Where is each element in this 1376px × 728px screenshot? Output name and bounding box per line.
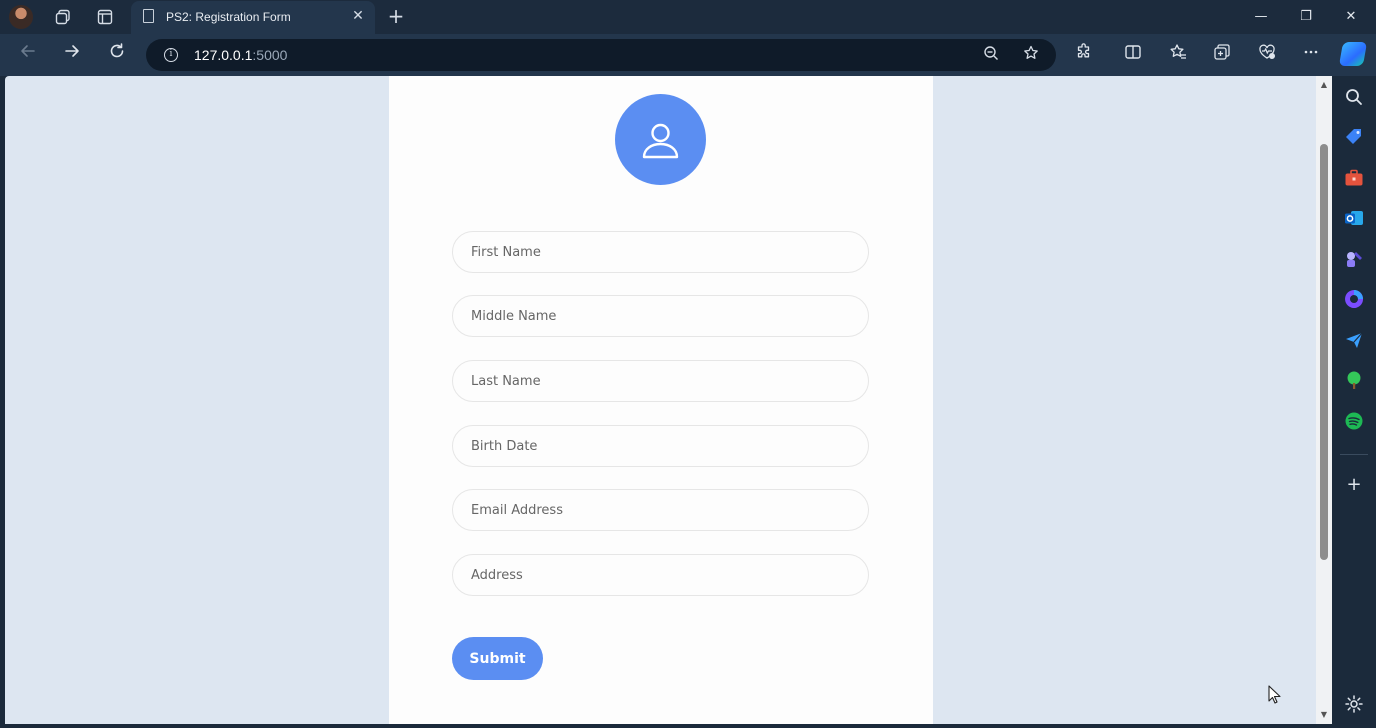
scroll-thumb[interactable] (1320, 144, 1328, 560)
puzzle-icon[interactable] (1072, 43, 1096, 67)
registration-form-card: Submit (389, 76, 933, 724)
gear-icon[interactable] (1343, 694, 1365, 716)
send-icon[interactable] (1343, 329, 1365, 351)
scroll-down-arrow-icon[interactable]: ▼ (1319, 710, 1329, 720)
games-icon[interactable] (1343, 248, 1365, 270)
refresh-icon[interactable] (103, 41, 131, 69)
back-arrow-icon[interactable] (14, 41, 42, 69)
address-input[interactable] (452, 554, 869, 596)
minimize-button[interactable]: — (1241, 4, 1281, 30)
shopping-tag-icon[interactable] (1343, 126, 1365, 148)
tree-icon[interactable] (1343, 369, 1365, 391)
zoom-out-icon[interactable] (981, 45, 1001, 65)
first-name-input[interactable] (452, 231, 869, 273)
star-icon[interactable] (1021, 45, 1041, 65)
vertical-scrollbar[interactable]: ▲ ▼ (1316, 76, 1332, 724)
profile-avatar[interactable] (9, 5, 33, 29)
microsoft-365-icon[interactable] (1343, 288, 1365, 310)
edge-sidebar: + (1332, 76, 1376, 728)
new-tab-button[interactable]: + (384, 4, 408, 28)
title-bar: PS2: Registration Form ✕ + — ❐ ✕ (0, 0, 1376, 34)
restore-button[interactable]: ❐ (1286, 4, 1326, 30)
split-screen-icon[interactable] (1121, 43, 1145, 67)
tools-briefcase-icon[interactable] (1343, 167, 1365, 189)
birth-date-input[interactable] (452, 425, 869, 467)
url-text[interactable]: 127.0.0.1:5000 (194, 47, 287, 63)
submit-button[interactable]: Submit (452, 637, 543, 680)
add-sidebar-app-button[interactable]: + (1343, 474, 1365, 496)
heart-pulse-icon[interactable] (1255, 43, 1279, 67)
close-icon[interactable]: ✕ (349, 7, 367, 25)
favorites-icon[interactable] (1166, 43, 1190, 67)
page-icon (143, 9, 154, 23)
url-host: 127.0.0.1 (194, 47, 253, 63)
plus-icon: + (387, 4, 405, 28)
copilot-icon[interactable] (1338, 42, 1368, 66)
browser-toolbar: i 127.0.0.1:5000 (0, 34, 1376, 76)
more-icon[interactable] (1299, 43, 1323, 67)
avatar (615, 94, 706, 185)
spotify-icon[interactable] (1343, 410, 1365, 432)
sidebar-divider (1340, 454, 1368, 455)
collections-icon[interactable] (1210, 43, 1234, 67)
tab-actions-icon[interactable] (92, 5, 118, 29)
scroll-up-arrow-icon[interactable]: ▲ (1319, 80, 1329, 90)
last-name-input[interactable] (452, 360, 869, 402)
close-window-button[interactable]: ✕ (1331, 4, 1371, 30)
info-icon[interactable]: i (164, 48, 178, 62)
user-icon (642, 123, 679, 159)
page-viewport: Submit (5, 76, 1316, 724)
middle-name-input[interactable] (452, 295, 869, 337)
url-port: :5000 (252, 47, 288, 63)
active-tab[interactable]: PS2: Registration Form ✕ (131, 1, 375, 34)
tab-title: PS2: Registration Form (166, 10, 291, 24)
outlook-icon[interactable] (1343, 207, 1365, 229)
email-input[interactable] (452, 489, 869, 531)
workspaces-icon[interactable] (50, 5, 76, 29)
address-bar[interactable]: i 127.0.0.1:5000 (146, 39, 1056, 71)
search-icon[interactable] (1343, 86, 1365, 108)
forward-arrow-icon[interactable] (58, 41, 86, 69)
